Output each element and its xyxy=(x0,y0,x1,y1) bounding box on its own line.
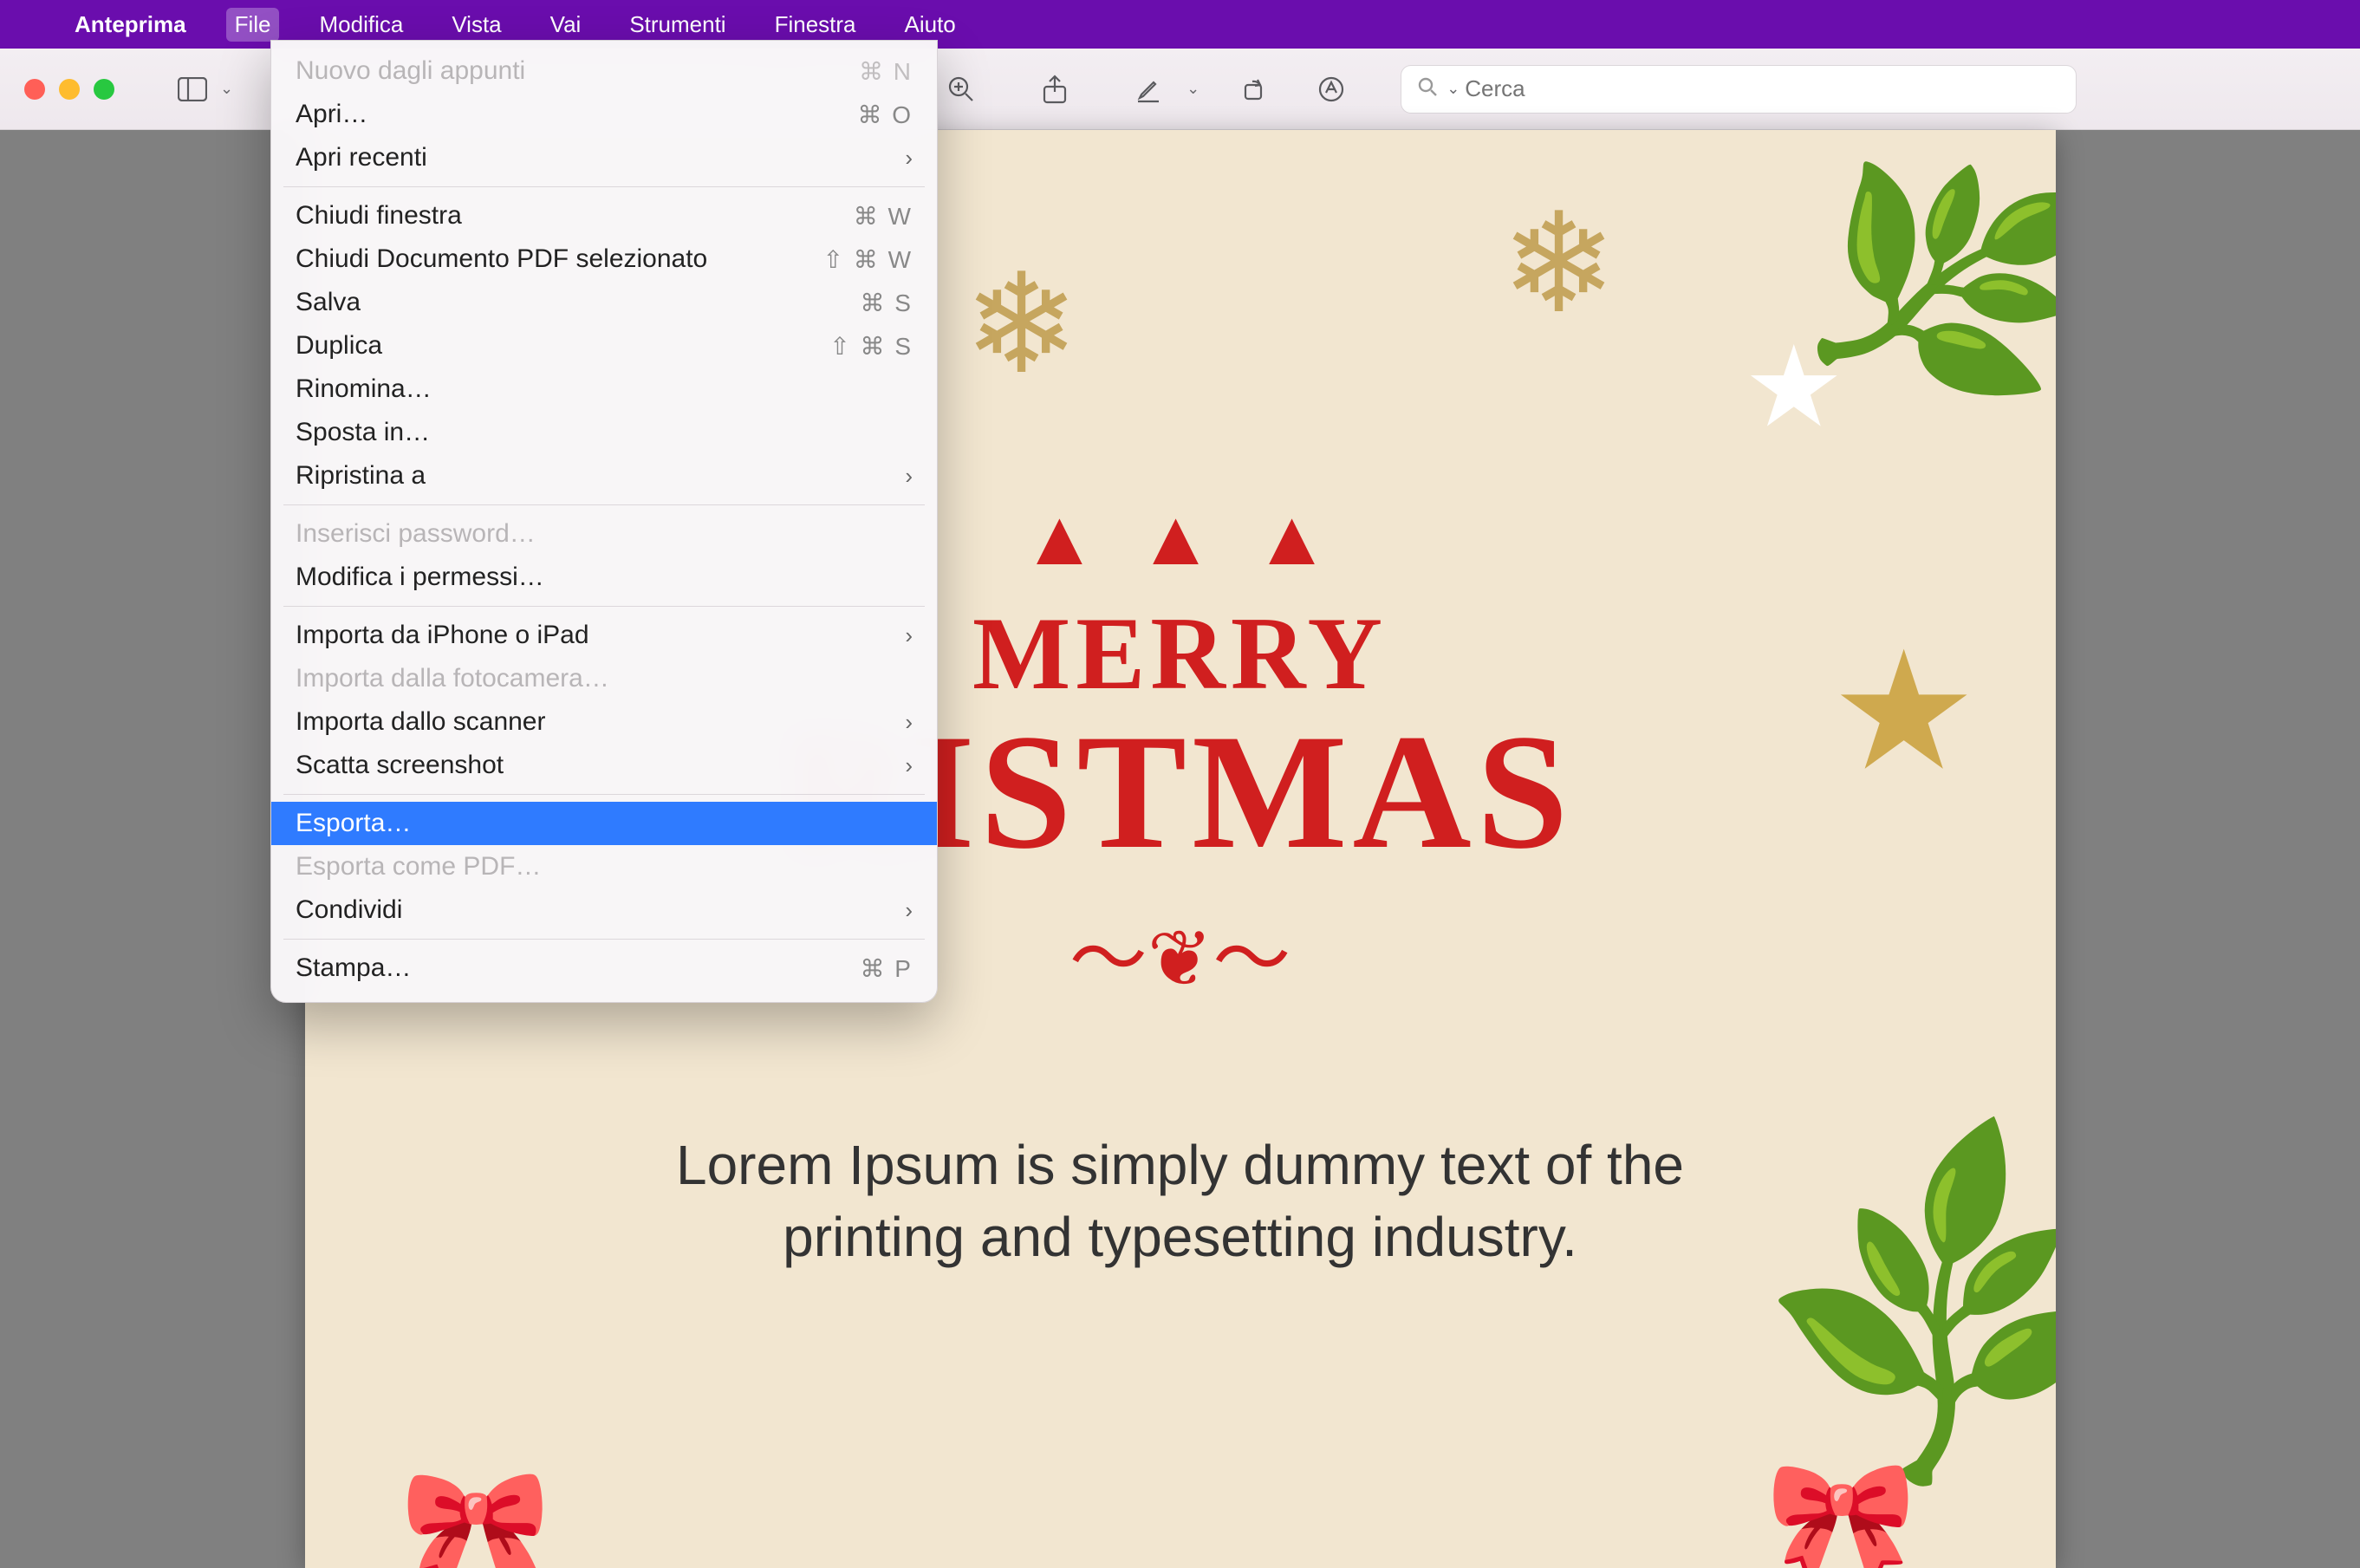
menu-item-label: Salva xyxy=(296,288,361,317)
menu-item: Esporta come PDF… xyxy=(271,845,937,888)
window-close-button[interactable] xyxy=(24,79,45,100)
chevron-down-icon[interactable]: ⌄ xyxy=(220,80,233,98)
window-minimize-button[interactable] xyxy=(59,79,80,100)
toolbar-group-markup: ⌄ xyxy=(1124,65,1356,114)
menu-item[interactable]: Modifica i permessi… xyxy=(271,556,937,599)
menu-item-label: Sposta in… xyxy=(296,418,430,447)
menu-item: Importa dalla fotocamera… xyxy=(271,657,937,700)
menu-item[interactable]: Rinomina… xyxy=(271,368,937,411)
chevron-right-icon: › xyxy=(905,897,913,924)
highlight-icon[interactable] xyxy=(1124,65,1173,114)
share-icon[interactable] xyxy=(1030,65,1079,114)
chevron-right-icon: › xyxy=(905,463,913,490)
menu-item-label: Rinomina… xyxy=(296,374,432,404)
menu-item-label: Nuovo dagli appunti xyxy=(296,56,525,86)
star-icon: ★ xyxy=(1830,615,1978,807)
menu-shortcut: ⌘ S xyxy=(861,289,913,317)
menu-item-label: Importa da iPhone o iPad xyxy=(296,621,589,650)
menu-item[interactable]: Esporta… xyxy=(271,802,937,845)
menu-item[interactable]: Apri… ⌘ O xyxy=(271,93,937,136)
window-controls xyxy=(24,79,114,100)
menu-shortcut: ⌘ O xyxy=(857,101,913,129)
rotate-icon[interactable] xyxy=(1229,65,1278,114)
chevron-down-icon[interactable]: ⌄ xyxy=(1447,80,1460,98)
window-zoom-button[interactable] xyxy=(94,79,114,100)
file-menu-dropdown: Nuovo dagli appunti ⌘ N Apri… ⌘ O Apri recen… xyxy=(270,40,938,1003)
menu-separator xyxy=(283,606,925,607)
chevron-right-icon: › xyxy=(905,145,913,172)
menu-item-label: Chiudi finestra xyxy=(296,201,462,231)
menu-item[interactable]: Condividi › xyxy=(271,888,937,932)
search-input[interactable] xyxy=(1465,75,2060,102)
snowflake-icon: ❄ xyxy=(964,243,1080,405)
menu-item: Nuovo dagli appunti ⌘ N xyxy=(271,49,937,93)
menu-item[interactable]: Chiudi Documento PDF selezionato ⇧ ⌘ W xyxy=(271,237,937,281)
menu-item[interactable]: Sposta in… xyxy=(271,411,937,454)
menu-shortcut: ⇧ ⌘ W xyxy=(823,245,913,274)
ribbon-icon: 🎀 xyxy=(1765,1452,1916,1568)
menu-shortcut: ⌘ P xyxy=(861,954,913,983)
menu-item[interactable]: Chiudi finestra ⌘ W xyxy=(271,194,937,237)
menu-separator xyxy=(283,504,925,505)
menu-item-label: Chiudi Documento PDF selezionato xyxy=(296,244,707,274)
menubar-item-aiuto[interactable]: Aiuto xyxy=(896,8,965,42)
snowflake-icon: ❄ xyxy=(1501,182,1617,344)
menu-item-label: Duplica xyxy=(296,331,382,361)
search-field[interactable]: ⌄ xyxy=(1401,65,2077,114)
menu-item-label: Condividi xyxy=(296,895,402,925)
menu-item[interactable]: Scatta screenshot › xyxy=(271,744,937,787)
menu-item-label: Stampa… xyxy=(296,953,411,983)
menu-shortcut: ⌘ W xyxy=(854,202,913,231)
search-icon xyxy=(1417,76,1438,101)
menubar-item-vista[interactable]: Vista xyxy=(443,8,510,42)
menu-item-label: Importa dalla fotocamera… xyxy=(296,664,609,693)
menu-item: Inserisci password… xyxy=(271,512,937,556)
ribbon-icon: 🎀 xyxy=(400,1461,551,1568)
sidebar-toggle-icon[interactable] xyxy=(168,65,217,114)
menu-separator xyxy=(283,186,925,187)
menubar-item-vai[interactable]: Vai xyxy=(542,8,590,42)
menu-item[interactable]: Salva ⌘ S xyxy=(271,281,937,324)
menu-item[interactable]: Importa dallo scanner › xyxy=(271,700,937,744)
menu-separator xyxy=(283,794,925,795)
menubar-app-name[interactable]: Anteprima xyxy=(66,8,195,42)
menu-shortcut: ⌘ N xyxy=(859,57,913,86)
menubar-item-modifica[interactable]: Modifica xyxy=(310,8,412,42)
markup-icon[interactable] xyxy=(1307,65,1356,114)
menu-item-label: Esporta come PDF… xyxy=(296,852,541,882)
menubar-item-file[interactable]: File xyxy=(226,8,280,42)
menu-item-label: Importa dallo scanner xyxy=(296,707,546,737)
menu-item[interactable]: Apri recenti › xyxy=(271,136,937,179)
menu-item[interactable]: Duplica ⇧ ⌘ S xyxy=(271,324,937,368)
document-body-text: Lorem Ipsum is simply dummy text of the … xyxy=(660,1129,1700,1273)
menu-item[interactable]: Ripristina a › xyxy=(271,454,937,498)
chevron-down-icon[interactable]: ⌄ xyxy=(1187,80,1200,98)
menu-item-label: Modifica i permessi… xyxy=(296,563,544,592)
menu-item-label: Esporta… xyxy=(296,809,411,838)
menu-item-label: Apri… xyxy=(296,100,367,129)
menu-shortcut: ⇧ ⌘ S xyxy=(829,332,913,361)
menubar-item-strumenti[interactable]: Strumenti xyxy=(621,8,734,42)
zoom-in-icon[interactable] xyxy=(937,65,985,114)
menubar-item-finestra[interactable]: Finestra xyxy=(766,8,865,42)
chevron-right-icon: › xyxy=(905,622,913,649)
chevron-right-icon: › xyxy=(905,752,913,779)
menu-item-label: Apri recenti xyxy=(296,143,427,172)
chevron-right-icon: › xyxy=(905,709,913,736)
menu-item-label: Inserisci password… xyxy=(296,519,536,549)
menu-item[interactable]: Stampa… ⌘ P xyxy=(271,947,937,990)
menu-item-label: Ripristina a xyxy=(296,461,426,491)
menu-separator xyxy=(283,939,925,940)
menu-item[interactable]: Importa da iPhone o iPad › xyxy=(271,614,937,657)
menu-item-label: Scatta screenshot xyxy=(296,751,504,780)
